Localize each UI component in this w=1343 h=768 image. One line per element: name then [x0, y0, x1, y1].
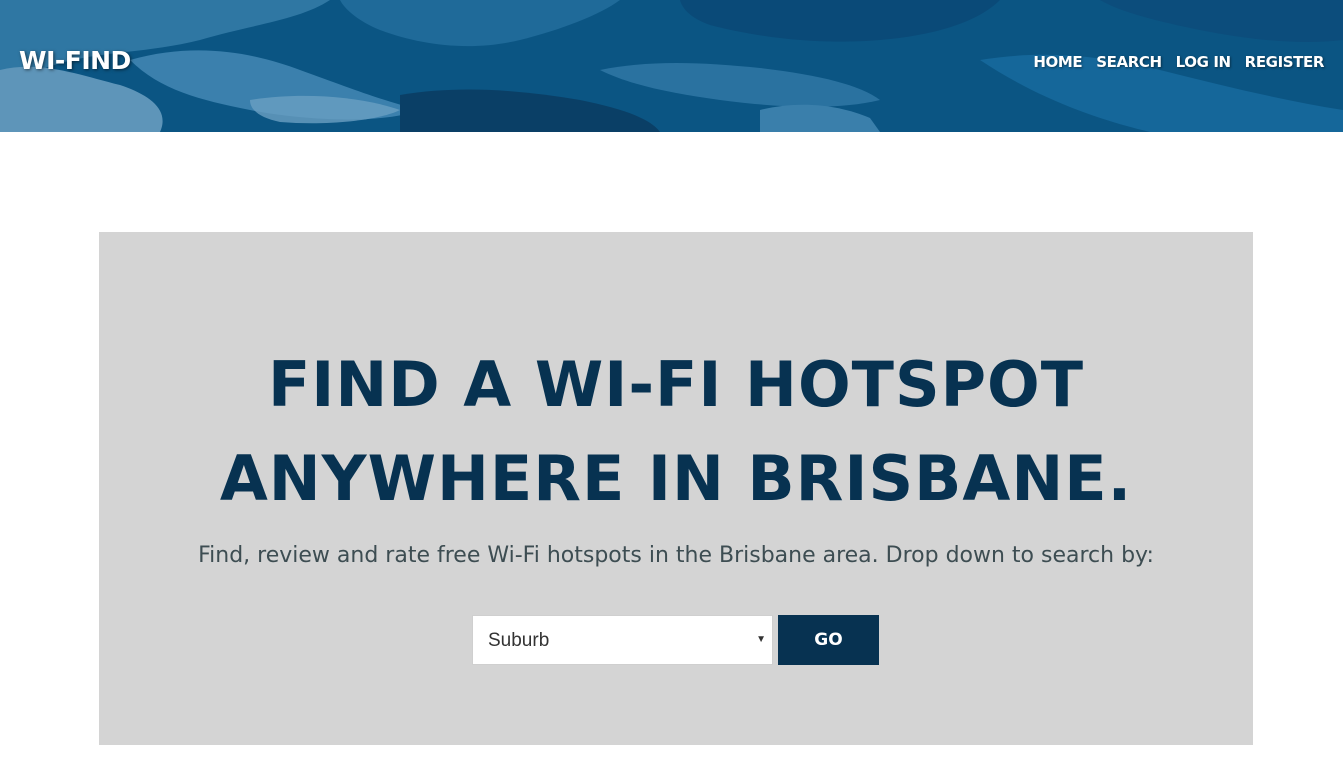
- headline-line-2: ANYWHERE IN BRISBANE.: [219, 442, 1133, 515]
- hero-panel: FIND A WI-FI HOTSPOT ANYWHERE IN BRISBAN…: [99, 232, 1253, 745]
- hero-subtitle: Find, review and rate free Wi-Fi hotspot…: [198, 543, 1154, 568]
- nav-register-link[interactable]: REGISTER: [1245, 53, 1325, 71]
- site-logo[interactable]: WI-FIND: [19, 46, 131, 75]
- nav-search-link[interactable]: SEARCH: [1096, 53, 1162, 71]
- nav-login-link[interactable]: LOG IN: [1176, 53, 1231, 71]
- search-by-select[interactable]: Suburb ▼: [472, 615, 773, 665]
- site-header: WI-FIND HOME SEARCH LOG IN REGISTER: [0, 0, 1343, 132]
- search-form: Suburb ▼ GO: [472, 615, 879, 665]
- hero-headline: FIND A WI-FI HOTSPOT ANYWHERE IN BRISBAN…: [99, 338, 1253, 526]
- headline-line-1: FIND A WI-FI HOTSPOT: [267, 348, 1085, 421]
- select-value: Suburb: [488, 630, 550, 651]
- go-button[interactable]: GO: [778, 615, 879, 665]
- nav-home-link[interactable]: HOME: [1033, 53, 1082, 71]
- dropdown-caret-icon: ▼: [756, 634, 766, 645]
- main-nav: HOME SEARCH LOG IN REGISTER: [1033, 53, 1324, 71]
